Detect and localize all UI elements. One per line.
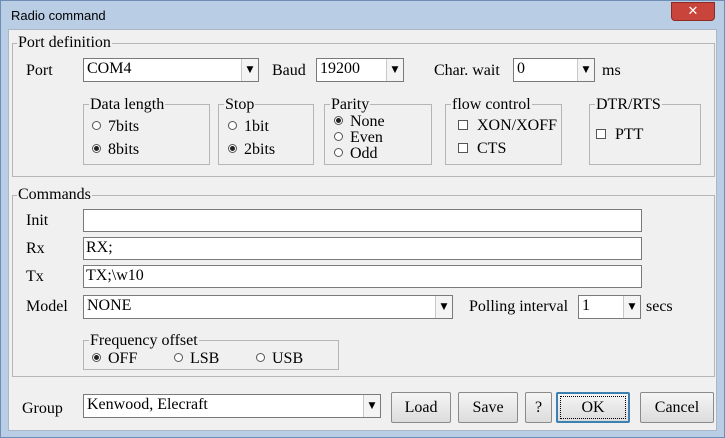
model-value: NONE — [87, 297, 132, 314]
radio-icon — [92, 121, 101, 130]
tx-label: Tx — [26, 268, 44, 285]
cancel-button[interactable]: Cancel — [640, 392, 714, 423]
checkbox-ptt-label: PTT — [615, 126, 644, 143]
polling-interval-combo[interactable]: 1 ▼ — [578, 295, 641, 319]
rx-label: Rx — [26, 240, 45, 257]
radio-8bits-label: 8bits — [108, 141, 140, 158]
radio-icon — [174, 353, 183, 362]
checkbox-xon-xoff-label: XON/XOFF — [477, 117, 558, 134]
init-label: Init — [26, 212, 49, 229]
radio-offset-off-label: OFF — [108, 350, 138, 367]
radio-icon — [334, 148, 343, 157]
window-title: Radio command — [11, 8, 106, 23]
checkbox-icon — [596, 129, 606, 139]
checkbox-icon — [458, 143, 468, 153]
checkbox-cts[interactable]: CTS — [458, 140, 506, 158]
chevron-down-icon[interactable]: ▼ — [623, 296, 640, 318]
radio-2bits-label: 2bits — [244, 141, 276, 158]
tx-value: TX;\w10 — [86, 267, 144, 284]
radio-offset-usb-label: USB — [272, 350, 304, 367]
init-input[interactable] — [83, 209, 642, 232]
radio-command-dialog: Radio command ✕ Port definition Port COM… — [0, 0, 725, 438]
char-wait-combo[interactable]: 0 ▼ — [513, 58, 595, 82]
model-combo[interactable]: NONE ▼ — [83, 295, 453, 319]
flow-control-title: flow control — [451, 96, 532, 113]
radio-7bits[interactable]: 7bits — [92, 118, 139, 136]
radio-parity-odd[interactable]: Odd — [334, 145, 378, 163]
radio-selected-icon — [92, 353, 101, 362]
radio-icon — [228, 121, 237, 130]
focus-rect — [560, 396, 626, 419]
radio-offset-usb[interactable]: USB — [256, 350, 303, 368]
stop-title: Stop — [224, 96, 256, 113]
parity-title: Parity — [330, 96, 371, 113]
data-length-title: Data length — [89, 96, 166, 113]
radio-offset-lsb-label: LSB — [190, 350, 220, 367]
baud-label: Baud — [272, 62, 306, 79]
load-button[interactable]: Load — [391, 392, 451, 423]
radio-offset-lsb[interactable]: LSB — [174, 350, 219, 368]
char-wait-label: Char. wait — [434, 62, 500, 79]
title-bar[interactable]: Radio command ✕ — [1, 1, 724, 29]
frequency-offset-title: Frequency offset — [89, 332, 199, 349]
port-label: Port — [26, 62, 53, 79]
radio-selected-icon — [228, 144, 237, 153]
chevron-down-icon[interactable]: ▼ — [435, 296, 452, 318]
radio-parity-even-label: Even — [350, 129, 383, 146]
chevron-down-icon[interactable]: ▼ — [241, 59, 258, 81]
baud-combo[interactable]: 19200 ▼ — [316, 58, 404, 82]
port-definition-title: Port definition — [17, 34, 112, 51]
chevron-down-icon[interactable]: ▼ — [363, 395, 380, 417]
group-value: Kenwood, Elecraft — [87, 396, 208, 413]
radio-1bit-label: 1bit — [244, 118, 269, 135]
port-combo[interactable]: COM4 ▼ — [83, 58, 259, 82]
dialog-client-area: Port definition Port COM4 ▼ Baud 19200 ▼… — [8, 29, 717, 431]
rx-value: RX; — [86, 239, 113, 256]
close-icon: ✕ — [687, 4, 699, 19]
radio-parity-none-label: None — [350, 113, 385, 130]
radio-icon — [334, 132, 343, 141]
commands-title: Commands — [17, 186, 92, 203]
dtr-rts-title: DTR/RTS — [595, 96, 662, 113]
radio-selected-icon — [92, 144, 101, 153]
save-button[interactable]: Save — [458, 392, 518, 423]
model-label: Model — [26, 298, 68, 315]
radio-7bits-label: 7bits — [108, 118, 140, 135]
close-button[interactable]: ✕ — [671, 2, 715, 21]
chevron-down-icon[interactable]: ▼ — [577, 59, 594, 81]
ok-button[interactable]: OK — [556, 392, 630, 423]
checkbox-ptt[interactable]: PTT — [596, 126, 643, 144]
radio-1bit[interactable]: 1bit — [228, 118, 269, 136]
radio-offset-off[interactable]: OFF — [92, 350, 137, 368]
help-button[interactable]: ? — [525, 392, 552, 423]
checkbox-xon-xoff[interactable]: XON/XOFF — [458, 117, 557, 135]
radio-selected-icon — [334, 116, 343, 125]
chevron-down-icon[interactable]: ▼ — [386, 59, 403, 81]
char-wait-value: 0 — [517, 60, 525, 77]
tx-input[interactable]: TX;\w10 — [83, 265, 642, 288]
rx-input[interactable]: RX; — [83, 237, 642, 260]
port-value: COM4 — [87, 60, 132, 77]
polling-interval-value: 1 — [582, 297, 590, 314]
polling-interval-unit: secs — [646, 298, 673, 315]
radio-icon — [256, 353, 265, 362]
polling-interval-label: Polling interval — [469, 298, 569, 315]
char-wait-unit: ms — [602, 62, 621, 79]
radio-2bits[interactable]: 2bits — [228, 141, 275, 159]
baud-value: 19200 — [320, 60, 360, 77]
radio-parity-odd-label: Odd — [350, 145, 378, 162]
radio-8bits[interactable]: 8bits — [92, 141, 139, 159]
group-label: Group — [22, 400, 63, 417]
checkbox-icon — [458, 120, 468, 130]
checkbox-cts-label: CTS — [477, 140, 507, 157]
group-combo[interactable]: Kenwood, Elecraft ▼ — [83, 394, 381, 418]
